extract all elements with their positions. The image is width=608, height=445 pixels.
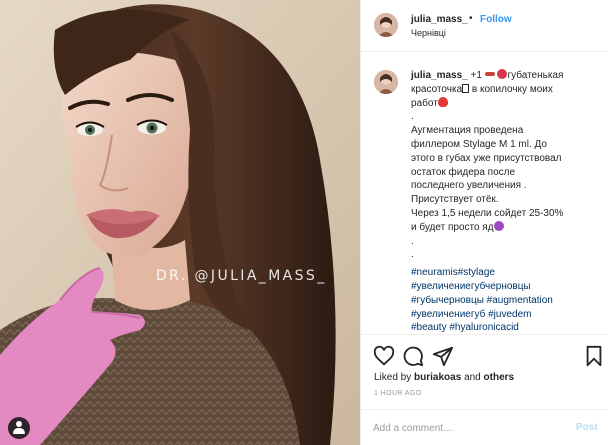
caption-text: красоточка [411,83,463,95]
liked-by-others[interactable]: others [484,372,515,383]
caption-text: последнего увеличения . [411,180,527,192]
post-caption: julia_mass_ +1 губатенькая красоточка в … [411,69,596,334]
header-username[interactable]: julia_mass_ [411,14,468,25]
caption-text: губатенькая [507,70,564,81]
hashtag-line[interactable]: #увеличениегуб #juvedem [411,308,596,322]
post-comment-button[interactable]: Post [576,422,598,433]
portrait-image [0,0,360,445]
liked-by-line: Liked by buriakoas and others [374,372,514,383]
hashtag-line[interactable]: #увеличениегубчерновцы [411,280,596,294]
syringe-emoji-icon [484,72,495,76]
bookmark-icon[interactable] [583,345,605,367]
caption-text: . [411,111,414,123]
caption-text: Аугментация проведена [411,125,524,137]
caption-text: этого в губах уже присутствовал [411,152,562,164]
missing-glyph-icon [462,83,470,93]
separator-dot: • [469,13,473,24]
caption-text: Через 1,5 недели сойдет 25-30% [411,207,564,219]
post-header: julia_mass_ • Follow Чернівці [361,0,608,52]
liked-by-user[interactable]: buriakoas [414,372,461,383]
caption-text: остаток фидера после [411,166,516,178]
post-details-panel: julia_mass_ • Follow Чернівці julia_mass… [360,0,608,445]
liked-by-and: and [464,372,481,383]
share-icon[interactable] [432,345,454,367]
caption-text: и будет просто яд [411,221,494,233]
caption-text: +1 [470,70,482,81]
post-photo[interactable]: DR. @JULIA_MASS_ [0,0,360,445]
avatar[interactable] [374,13,398,37]
caption-text: . [411,249,414,261]
photo-watermark: DR. @JULIA_MASS_ [156,268,327,284]
caption-username[interactable]: julia_mass_ [411,70,468,81]
hashtag-line[interactable]: #beauty #hyaluronicacid [411,321,596,334]
caption-text: Присутствует отёк. [411,194,499,206]
heart-icon[interactable] [373,345,395,367]
post-actions: Liked by buriakoas and others 1 HOUR AGO [361,334,608,404]
heart-emoji-icon [437,96,448,107]
comment-form: Post [361,409,608,445]
post-timestamp[interactable]: 1 HOUR AGO [374,390,422,397]
comments-area[interactable]: julia_mass_ +1 губатенькая красоточка в … [361,52,608,334]
follow-button[interactable]: Follow [480,14,512,25]
caption-text: . [411,235,414,247]
lips-emoji-icon [497,69,508,79]
hashtag-line[interactable]: #губычерновцы #augmentation [411,294,596,308]
caption-text: в копилочку моих [471,83,553,95]
hashtag-line[interactable]: #neuramis#stylage [411,266,596,280]
comment-input[interactable] [373,419,563,437]
location-link[interactable]: Чернівці [411,28,446,38]
devil-emoji-icon [493,220,504,231]
caption-avatar[interactable] [374,70,398,94]
tagged-users-icon[interactable] [8,417,30,439]
comment-icon[interactable] [402,345,424,367]
caption-text: работ [411,97,438,109]
caption-text: филлером Stylage M 1 ml. До [411,138,547,150]
liked-by-prefix: Liked by [374,372,412,383]
